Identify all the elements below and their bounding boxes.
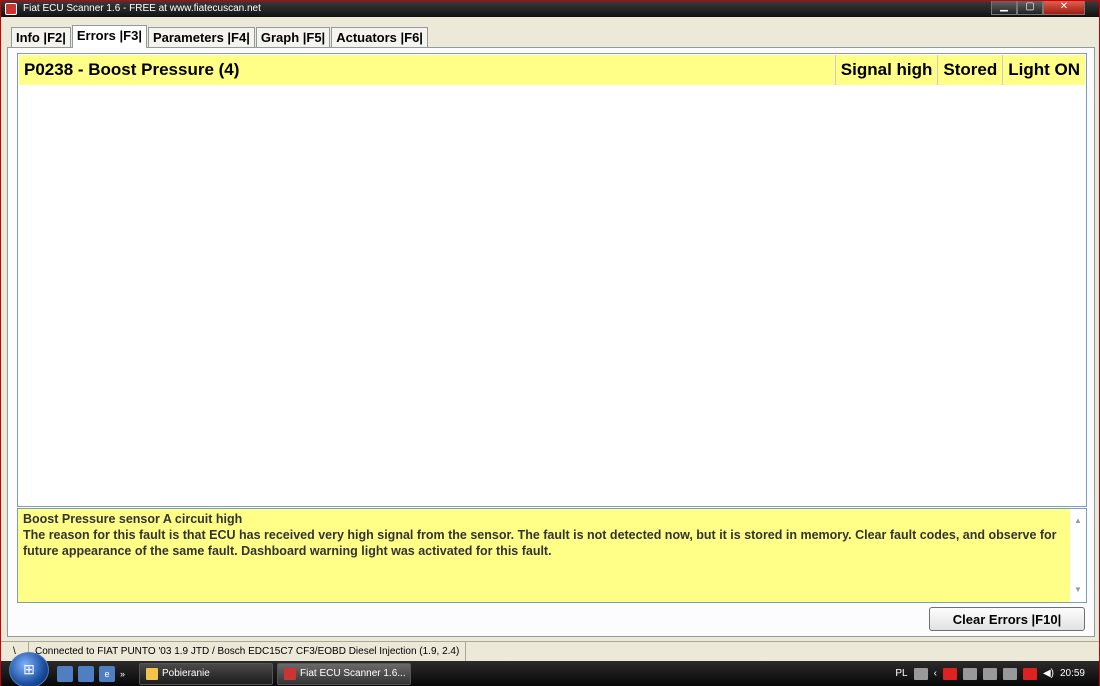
tab-actuators[interactable]: Actuators |F6|: [331, 27, 428, 48]
title-bar: Fiat ECU Scanner 1.6 - FREE at www.fiate…: [1, 1, 1099, 17]
switch-windows-icon[interactable]: [78, 665, 94, 682]
status-bar: \ Connected to FIAT PUNTO '03 1.9 JTD / …: [1, 641, 1099, 661]
scroll-down-icon[interactable]: ▼: [1070, 582, 1086, 598]
power-icon[interactable]: [1002, 667, 1017, 680]
clear-errors-button[interactable]: Clear Errors |F10|: [929, 607, 1085, 631]
close-icon[interactable]: ✕: [1043, 1, 1085, 15]
tab-errors[interactable]: Errors |F3|: [71, 25, 147, 48]
display-icon[interactable]: [982, 667, 997, 680]
error-row[interactable]: P0238 - Boost Pressure (4) Signal high S…: [19, 55, 1085, 85]
error-status: Stored: [937, 55, 1002, 85]
taskbar-item-pobieranie[interactable]: Pobieranie: [139, 662, 273, 685]
errors-panel: P0238 - Boost Pressure (4) Signal high S…: [7, 47, 1095, 637]
tab-parameters[interactable]: Parameters |F4|: [147, 27, 255, 48]
task-label: Pobieranie: [162, 667, 210, 679]
folder-icon: [146, 667, 158, 680]
error-light: Light ON: [1002, 55, 1085, 85]
task-label: Fiat ECU Scanner 1.6...: [300, 667, 406, 679]
start-button-icon[interactable]: ⊞: [9, 651, 49, 686]
taskbar: ⊞ e » Pobieranie Fiat ECU Scanner 1.6...…: [1, 651, 1099, 686]
security-icon[interactable]: [1022, 667, 1037, 680]
tab-graph[interactable]: Graph |F5|: [255, 27, 331, 48]
volume-icon[interactable]: ◀): [1043, 668, 1054, 679]
description-scrollbar[interactable]: ▲ ▼: [1070, 509, 1086, 602]
language-indicator[interactable]: PL: [895, 668, 907, 679]
tray-expand-icon[interactable]: ‹: [934, 668, 937, 679]
connection-status: Connected to FIAT PUNTO '03 1.9 JTD / Bo…: [29, 642, 467, 661]
show-desktop-icon[interactable]: [57, 665, 73, 682]
system-tray: PL ‹ ◀) 20:59: [895, 667, 1099, 680]
app-icon: [284, 667, 296, 680]
error-code: P0238 - Boost Pressure (4): [24, 60, 240, 79]
clock[interactable]: 20:59: [1060, 668, 1085, 679]
app-icon: [5, 3, 17, 15]
tab-info[interactable]: Info |F2|: [11, 27, 71, 48]
error-signal: Signal high: [834, 55, 938, 85]
tab-strip: Info |F2| Errors |F3| Parameters |F4| Gr…: [11, 25, 429, 48]
error-description[interactable]: Boost Pressure sensor A circuit high The…: [17, 508, 1087, 603]
description-title: Boost Pressure sensor A circuit high: [23, 512, 243, 526]
antivirus-icon[interactable]: [942, 667, 957, 680]
quick-launch-more-icon[interactable]: »: [120, 666, 125, 682]
minimize-icon[interactable]: ▁: [991, 1, 1017, 15]
taskbar-item-ecu-scanner[interactable]: Fiat ECU Scanner 1.6...: [277, 662, 411, 685]
browser-icon[interactable]: e: [99, 665, 115, 682]
description-body: The reason for this fault is that ECU ha…: [23, 528, 1057, 558]
quick-launch: e »: [57, 665, 139, 682]
keyboard-icon[interactable]: [913, 667, 928, 680]
network-icon[interactable]: [962, 667, 977, 680]
scroll-up-icon[interactable]: ▲: [1070, 513, 1086, 529]
window-title: Fiat ECU Scanner 1.6 - FREE at www.fiate…: [23, 3, 261, 14]
error-list[interactable]: P0238 - Boost Pressure (4) Signal high S…: [17, 53, 1087, 507]
maximize-icon[interactable]: ▢: [1017, 1, 1043, 15]
